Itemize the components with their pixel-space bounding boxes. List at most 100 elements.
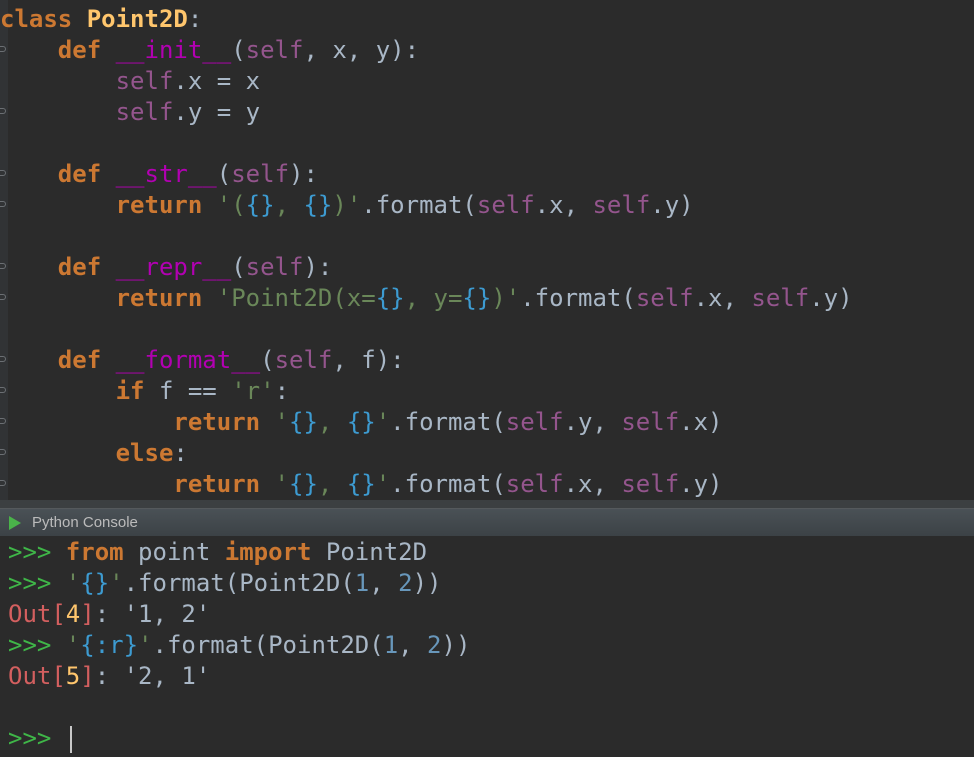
code-line: def __repr__(self): — [0, 252, 333, 283]
code-token: .y, — [563, 408, 622, 436]
code-token: self — [621, 470, 680, 498]
console-line: Out[4]: '1, 2' — [8, 599, 210, 630]
code-token: def — [57, 346, 102, 374]
code-line: return 'Point2D(x={}, y={})'.format(self… — [0, 283, 853, 314]
code-token: , x, y): — [303, 36, 420, 64]
code-token: .format(Point2D( — [123, 569, 355, 597]
code-token: ): — [289, 160, 318, 188]
code-token: Out[ — [8, 662, 66, 690]
code-token: self — [231, 160, 290, 188]
code-line: return '{}, {}'.format(self.x, self.y) — [0, 469, 723, 500]
code-token: Point2D — [86, 5, 188, 33]
code-token: ' — [274, 470, 289, 498]
code-token: ' — [138, 631, 153, 659]
console-line: >>> from point import Point2D — [8, 537, 427, 568]
code-token: 1 — [383, 631, 399, 659]
code-line: return '({}, {})'.format(self.x, self.y) — [0, 190, 694, 221]
code-token: __repr__ — [115, 253, 232, 281]
code-token: 2 — [398, 569, 413, 597]
code-token: {} — [375, 284, 405, 312]
code-token: .format( — [520, 284, 636, 312]
code-token: , — [317, 470, 347, 498]
code-token: )' — [332, 191, 362, 219]
code-token: Point2D — [311, 538, 428, 566]
code-token: f == — [144, 377, 232, 405]
code-token: ( — [231, 36, 246, 64]
code-token: : '1, 2' — [94, 600, 211, 628]
code-token: .x, — [563, 470, 622, 498]
code-token: , — [274, 191, 304, 219]
code-token: return — [115, 191, 203, 219]
code-token: >>> — [8, 724, 66, 752]
code-token: , — [398, 631, 428, 659]
code-line: else: — [0, 438, 188, 469]
code-token: >>> — [8, 569, 66, 597]
code-token: ] — [80, 600, 95, 628]
console-line: >>> — [8, 723, 66, 754]
code-token: {} — [346, 470, 376, 498]
code-token: ): — [303, 253, 333, 281]
code-token: __str__ — [115, 160, 217, 188]
code-token: .x, — [534, 191, 593, 219]
code-token: 1 — [354, 569, 370, 597]
console-line: >>> '{:r}'.format(Point2D(1, 2)) — [8, 630, 470, 661]
code-token: if — [115, 377, 145, 405]
code-line: return '{}, {}'.format(self.y, self.x) — [0, 407, 722, 438]
code-token: {} — [462, 284, 492, 312]
code-token: def — [57, 36, 102, 64]
code-token: ' — [109, 569, 124, 597]
code-token: , y= — [404, 284, 463, 312]
code-token: {} — [346, 408, 376, 436]
run-icon[interactable] — [9, 516, 21, 530]
code-editor[interactable]: class Point2D: def __init__(self, x, y):… — [0, 0, 974, 500]
code-token: '( — [216, 191, 246, 219]
code-token: .format( — [390, 408, 506, 436]
code-token: ] — [80, 662, 95, 690]
code-token: {} — [245, 191, 275, 219]
code-token: 'r' — [231, 377, 275, 405]
code-token: : — [173, 439, 188, 467]
code-line: class Point2D: — [0, 4, 202, 35]
code-token: else — [115, 439, 174, 467]
code-token: from — [65, 538, 124, 566]
console-line: Out[5]: '2, 1' — [8, 661, 210, 692]
code-token: .y = y — [173, 98, 261, 126]
code-token: 'Point2D(x= — [216, 284, 376, 312]
code-token: {} — [80, 569, 110, 597]
code-token: def — [57, 160, 102, 188]
console-line: >>> '{}'.format(Point2D(1, 2)) — [8, 568, 442, 599]
code-token: self — [274, 346, 333, 374]
code-token: self — [115, 98, 174, 126]
code-token: 2 — [427, 631, 442, 659]
code-token: return — [115, 284, 203, 312]
code-token: ' — [274, 408, 289, 436]
code-token: class — [0, 5, 73, 33]
code-line: def __str__(self): — [0, 159, 318, 190]
code-token: .y) — [679, 470, 723, 498]
code-token: {} — [289, 470, 318, 498]
code-token: ( — [260, 346, 275, 374]
code-token: ' — [375, 408, 391, 436]
code-token: Out[ — [8, 600, 66, 628]
code-token: 4 — [65, 600, 81, 628]
code-token: self — [476, 191, 535, 219]
code-token: )) — [441, 631, 471, 659]
panel-divider[interactable] — [0, 500, 974, 508]
code-token: .format( — [361, 191, 477, 219]
code-token: {} — [303, 191, 333, 219]
